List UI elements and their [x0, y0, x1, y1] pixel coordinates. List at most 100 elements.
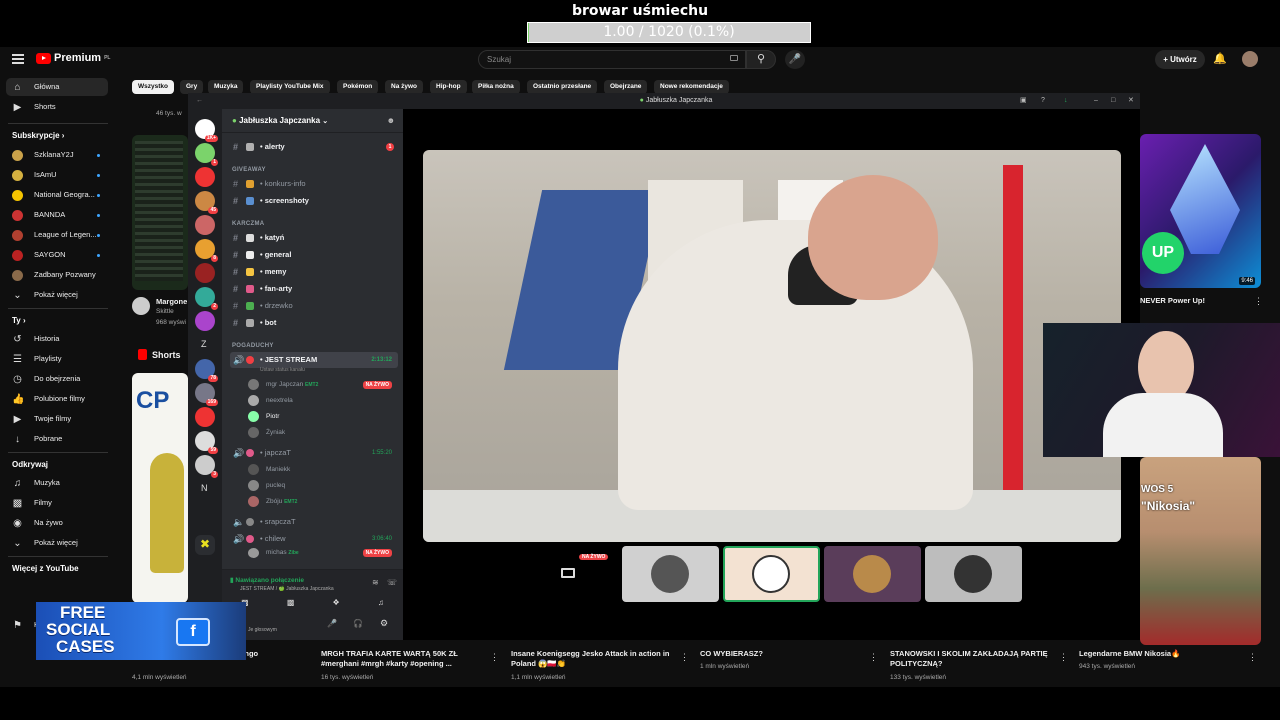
channel-bot[interactable]: # • bot: [230, 315, 398, 331]
subscription-item[interactable]: IsAmU: [6, 166, 108, 184]
voice-user[interactable]: Maniekk: [246, 462, 396, 477]
sidebar-item-video[interactable]: ▶ Twoje filmy: [6, 410, 108, 428]
video-title[interactable]: NEVER Power Up!: [1140, 296, 1205, 306]
participant-tile-speaking[interactable]: [723, 546, 820, 602]
voice-user[interactable]: neextrela: [246, 393, 396, 408]
search-icon[interactable]: ⚲: [746, 50, 776, 69]
voice-channel-chilew[interactable]: 🔊 • chilew 3:06:40: [230, 531, 398, 547]
chip[interactable]: Gry: [180, 80, 204, 94]
show-more-button[interactable]: ⌄ Pokaż więcej: [6, 534, 108, 552]
channel-status[interactable]: Ustaw status kanału: [260, 367, 305, 373]
server-icon[interactable]: 1: [195, 143, 218, 166]
channel-katyn[interactable]: # • katyń: [230, 230, 398, 246]
subscriptions-header[interactable]: Subskrypcje ›: [12, 131, 64, 140]
chip[interactable]: Muzyka: [208, 80, 244, 94]
close-icon[interactable]: ✕: [1128, 93, 1134, 109]
voice-channel-japczat[interactable]: 🔊 • japczaT 1:55:20: [230, 445, 398, 461]
minimize-icon[interactable]: –: [1094, 93, 1098, 109]
show-more-button[interactable]: ⌄ Pokaż więcej: [6, 286, 108, 304]
server-icon[interactable]: [195, 311, 215, 331]
channel-konkurs-info[interactable]: # • konkurs-info: [230, 176, 398, 192]
server-icon[interactable]: Z: [195, 335, 215, 355]
headphones-icon[interactable]: 🎧: [353, 619, 363, 628]
channel-fan-arty[interactable]: # • fan-arty: [230, 281, 398, 297]
youtube-logo[interactable]: Premium PL: [36, 52, 110, 64]
participant-tile[interactable]: [824, 546, 921, 602]
sidebar-item-like[interactable]: 👍 Polubione filmy: [6, 390, 108, 408]
subscription-item[interactable]: National Geogra...: [6, 186, 108, 204]
server-icon[interactable]: 8: [195, 239, 218, 262]
add-member-icon[interactable]: ☻: [387, 109, 395, 133]
sidebar-item-playlist[interactable]: ☰ Playlisty: [6, 350, 108, 368]
more-options-icon[interactable]: ⋮: [869, 652, 878, 663]
video-title[interactable]: STANOWSKI I SKOLIM ZAKŁADAJĄ PARTIĘ POLI…: [890, 649, 1050, 669]
category-pogaduchy[interactable]: POGADUCHY: [232, 343, 274, 349]
participant-tile[interactable]: [622, 546, 719, 602]
server-icon[interactable]: [195, 407, 215, 427]
more-options-icon[interactable]: ⋮: [1248, 652, 1257, 663]
subscription-item[interactable]: League of Legen...: [6, 226, 108, 244]
avatar[interactable]: [1242, 51, 1258, 67]
search-input[interactable]: Szukaj: [478, 50, 746, 69]
stream-video[interactable]: [423, 150, 1121, 542]
maximize-icon[interactable]: □: [1111, 93, 1115, 109]
server-icon[interactable]: 59: [195, 431, 218, 454]
subscription-item[interactable]: SAYGON: [6, 246, 108, 264]
more-options-icon[interactable]: ⋮: [490, 652, 499, 663]
voice-user[interactable]: Zbóju EMT2: [246, 494, 396, 509]
keyboard-icon[interactable]: [730, 55, 738, 61]
channel-alerty[interactable]: # • alerty 1: [230, 139, 398, 155]
short-thumbnail[interactable]: CP: [132, 373, 188, 603]
category-karczma[interactable]: KARCZMA: [232, 221, 264, 227]
free-social-cases-ad[interactable]: FREE SOCIAL CASES f: [36, 602, 246, 660]
voice-user[interactable]: pucleq: [246, 478, 396, 493]
you-header[interactable]: Ty ›: [12, 316, 26, 325]
video-title[interactable]: CO WYBIERASZ?: [700, 649, 860, 659]
more-options-icon[interactable]: ⋮: [680, 652, 689, 663]
voice-channel-jest-stream[interactable]: 🔊 • JEST STREAM 2:13:12: [230, 352, 398, 368]
video-title[interactable]: MRGH TRAFIA KARTE WARTĄ 50K ZŁ #merghani…: [321, 649, 481, 669]
activities-icon[interactable]: ❖: [333, 598, 340, 607]
channel-avatar[interactable]: [132, 297, 150, 315]
chip[interactable]: Hip-hop: [430, 80, 467, 94]
sidebar-item-clock[interactable]: ◷ Do obejrzenia: [6, 370, 108, 388]
participant-tile[interactable]: [925, 546, 1022, 602]
mic-icon[interactable]: 🎤: [327, 619, 337, 628]
server-icon[interactable]: N: [195, 479, 215, 499]
subscription-item[interactable]: Zadbany Pozwany: [6, 266, 108, 284]
server-icon[interactable]: 169: [195, 383, 218, 406]
server-icon[interactable]: [195, 263, 215, 283]
server-icon[interactable]: 2: [195, 287, 218, 310]
channel-name[interactable]: Skittle: [156, 308, 174, 315]
sidebar-item-music[interactable]: ♫ Muzyka: [6, 474, 108, 492]
soundboard-icon[interactable]: ♫: [378, 598, 384, 607]
video-thumbnail[interactable]: UP 9:46: [1140, 134, 1261, 288]
voice-channel-srapczat[interactable]: 🔈 • srapczaT: [230, 514, 398, 530]
create-button[interactable]: + Utwórz: [1155, 50, 1205, 69]
video-title[interactable]: Legendarne BMW Nikosia🔥: [1079, 649, 1239, 659]
subscription-item[interactable]: BANNDA: [6, 206, 108, 224]
chip[interactable]: Na żywo: [385, 80, 424, 94]
channel-screenshoty[interactable]: # • screenshoty: [230, 193, 398, 209]
video-title[interactable]: Insane Koenigsegg Jesko Attack in action…: [511, 649, 671, 669]
short-thumbnail[interactable]: WOS 5 "Nikosia": [1140, 457, 1261, 645]
more-options-icon[interactable]: ⋮: [1254, 296, 1263, 307]
channel-memy[interactable]: # • memy: [230, 264, 398, 280]
voice-user[interactable]: michas Zibe NA ŻYWO: [246, 548, 396, 558]
download-icon[interactable]: ↓: [1064, 93, 1068, 109]
connection-channel[interactable]: JEST STREAM / 🍏 Jabłuszka Japczanka: [240, 586, 334, 592]
sidebar-item-shorts[interactable]: ▶ Shorts: [6, 98, 108, 116]
server-icon[interactable]: 3: [195, 455, 218, 478]
bell-icon[interactable]: 🔔: [1213, 52, 1227, 65]
inbox-icon[interactable]: ▣: [1020, 93, 1027, 109]
subscription-item[interactable]: SzklanaY2J: [6, 146, 108, 164]
voice-wave-icon[interactable]: ≋: [372, 578, 379, 587]
disconnect-icon[interactable]: ☏: [387, 578, 397, 587]
channel-drzewko[interactable]: # • drzewko: [230, 298, 398, 314]
chip[interactable]: Obejrzane: [604, 80, 648, 94]
server-icon[interactable]: [195, 167, 215, 187]
help-icon[interactable]: ?: [1041, 93, 1045, 109]
sidebar-item-live[interactable]: ◉ Na żywo: [6, 514, 108, 532]
server-icon[interactable]: ✖: [195, 535, 215, 555]
chip[interactable]: Ostatnio przesłane: [527, 80, 598, 94]
